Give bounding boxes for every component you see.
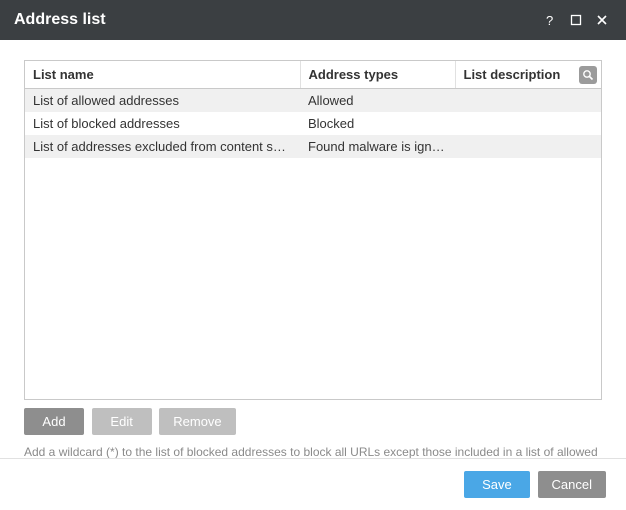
column-header-name[interactable]: List name xyxy=(25,61,300,89)
maximize-icon[interactable] xyxy=(564,8,588,32)
column-header-description[interactable]: List description xyxy=(455,61,601,89)
row-actions: Add Edit Remove xyxy=(24,408,602,435)
table-row[interactable]: List of blocked addresses Blocked xyxy=(25,112,601,135)
table-row[interactable]: List of addresses excluded from content … xyxy=(25,135,601,158)
edit-button[interactable]: Edit xyxy=(92,408,152,435)
cell-description xyxy=(455,135,601,158)
cell-name: List of addresses excluded from content … xyxy=(25,135,300,158)
column-header-name-label: List name xyxy=(33,67,94,82)
cancel-button[interactable]: Cancel xyxy=(538,471,606,498)
column-header-description-label: List description xyxy=(464,67,561,82)
titlebar: Address list ? xyxy=(0,0,626,40)
cell-types: Allowed xyxy=(300,89,455,113)
dialog-footer: Save Cancel xyxy=(0,458,626,510)
remove-button[interactable]: Remove xyxy=(159,408,235,435)
search-icon[interactable] xyxy=(579,66,597,84)
column-header-types-label: Address types xyxy=(309,67,399,82)
content-area: List name Address types List description xyxy=(0,40,626,473)
table-row[interactable]: List of allowed addresses Allowed xyxy=(25,89,601,113)
cell-types: Blocked xyxy=(300,112,455,135)
svg-text:?: ? xyxy=(546,13,553,27)
help-icon[interactable]: ? xyxy=(538,8,562,32)
save-button[interactable]: Save xyxy=(464,471,530,498)
cell-description xyxy=(455,89,601,113)
address-list-table: List name Address types List description xyxy=(24,60,602,400)
close-icon[interactable] xyxy=(590,8,614,32)
cell-description xyxy=(455,112,601,135)
cell-types: Found malware is ignored xyxy=(300,135,455,158)
cell-name: List of blocked addresses xyxy=(25,112,300,135)
add-button[interactable]: Add xyxy=(24,408,84,435)
window-title: Address list xyxy=(14,11,106,29)
cell-name: List of allowed addresses xyxy=(25,89,300,113)
column-header-types[interactable]: Address types xyxy=(300,61,455,89)
